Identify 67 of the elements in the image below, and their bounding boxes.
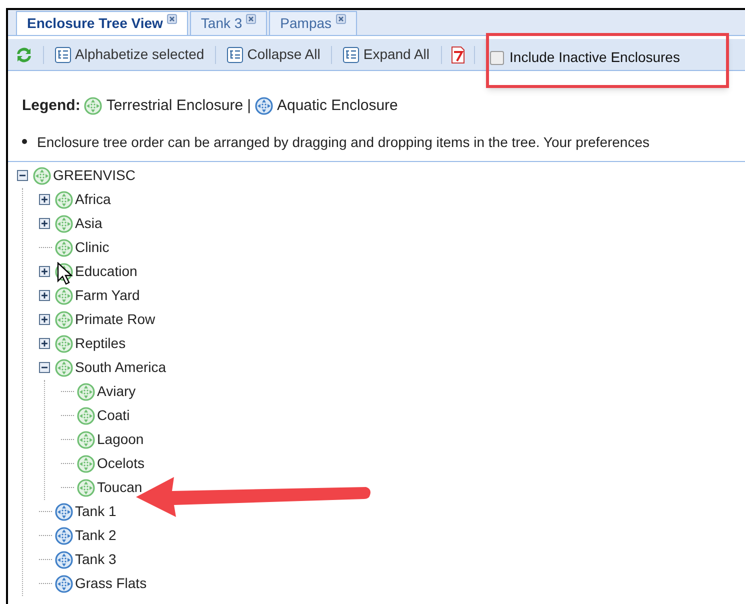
terrestrial-enclosure-icon [55, 238, 73, 256]
collapse-toggle-icon[interactable] [39, 362, 50, 373]
tree-list-icon [343, 46, 360, 62]
tree-item[interactable]: Clinic [75, 237, 110, 258]
tree-item[interactable]: Tank 1 [75, 501, 116, 522]
terrestrial-enclosure-icon [77, 454, 95, 472]
expand-toggle-icon[interactable] [39, 338, 50, 349]
tree-item[interactable]: Tank 3 [75, 549, 116, 570]
close-icon[interactable] [336, 14, 346, 24]
terrestrial-enclosure-icon [55, 358, 73, 376]
tree-item[interactable]: Coati [97, 405, 130, 426]
legend-separator: | [247, 96, 251, 116]
tree-item[interactable]: Ocelots [97, 453, 144, 474]
tree-item[interactable]: Lagoon [97, 429, 144, 450]
note-text: Enclosure tree order can be arranged by dragging and dropping items in the tree. Your preferences [37, 132, 650, 152]
aquatic-enclosure-icon [254, 97, 273, 116]
terrestrial-enclosure-icon [33, 166, 51, 184]
tree-item[interactable]: Farm Yard [75, 285, 140, 306]
tree-item[interactable]: Toucan [97, 477, 142, 498]
tree-item[interactable]: Asia [75, 213, 102, 234]
aquatic-enclosure-icon [55, 574, 73, 592]
tree-item[interactable]: GREENVISC [53, 165, 136, 186]
expand-toggle-icon[interactable] [39, 194, 50, 205]
expand-toggle-icon[interactable] [39, 266, 50, 277]
collapse-toggle-icon[interactable] [17, 170, 28, 181]
aquatic-enclosure-icon [55, 526, 73, 544]
tree-list-icon [55, 46, 71, 62]
legend-label: Aquatic Enclosure [276, 96, 398, 116]
toolbar-button[interactable]: Expand All [341, 44, 432, 65]
close-icon[interactable] [246, 14, 256, 24]
terrestrial-enclosure-icon [77, 478, 95, 496]
terrestrial-enclosure-icon [55, 190, 73, 208]
expand-toggle-icon[interactable] [39, 290, 50, 301]
legend-label: Terrestrial Enclosure [106, 96, 244, 116]
tab[interactable]: Enclosure Tree View [16, 11, 188, 35]
mouse-pointer-icon [57, 262, 73, 286]
aquatic-enclosure-icon [55, 550, 73, 568]
tab[interactable]: Tank 3 [190, 11, 268, 35]
tab[interactable]: Pampas [269, 11, 357, 35]
bullet-icon [22, 138, 27, 144]
terrestrial-enclosure-icon [55, 214, 73, 232]
tree-item[interactable]: Reptiles [75, 333, 126, 354]
terrestrial-enclosure-icon [77, 406, 95, 424]
toolbar-button[interactable]: Alphabetize selected [53, 44, 206, 65]
document-icon[interactable] [450, 46, 465, 64]
aquatic-enclosure-icon [55, 502, 73, 520]
tree-item[interactable]: Africa [75, 189, 111, 210]
expand-toggle-icon[interactable] [39, 314, 50, 325]
legend-title: Legend: [22, 96, 80, 116]
expand-toggle-icon[interactable] [39, 218, 50, 229]
terrestrial-enclosure-icon [77, 430, 95, 448]
terrestrial-enclosure-icon [84, 97, 102, 116]
tree-item[interactable]: Primate Row [75, 309, 156, 330]
checkbox-label: Include Inactive Enclosures [510, 48, 680, 67]
tree-item[interactable]: South America [75, 357, 166, 378]
terrestrial-enclosure-icon [77, 382, 95, 400]
tree-item[interactable]: Education [75, 261, 138, 282]
tree-item[interactable]: Tank 2 [75, 525, 116, 546]
tree-item[interactable]: Aviary [97, 381, 136, 402]
close-icon[interactable] [166, 14, 177, 24]
tree-item[interactable]: Grass Flats [75, 573, 147, 594]
toolbar-button[interactable]: Collapse All [225, 44, 322, 65]
checkbox[interactable] [490, 50, 504, 64]
terrestrial-enclosure-icon [55, 310, 73, 328]
terrestrial-enclosure-icon [55, 334, 73, 352]
tree-list-icon [227, 46, 244, 62]
terrestrial-enclosure-icon [55, 286, 73, 304]
